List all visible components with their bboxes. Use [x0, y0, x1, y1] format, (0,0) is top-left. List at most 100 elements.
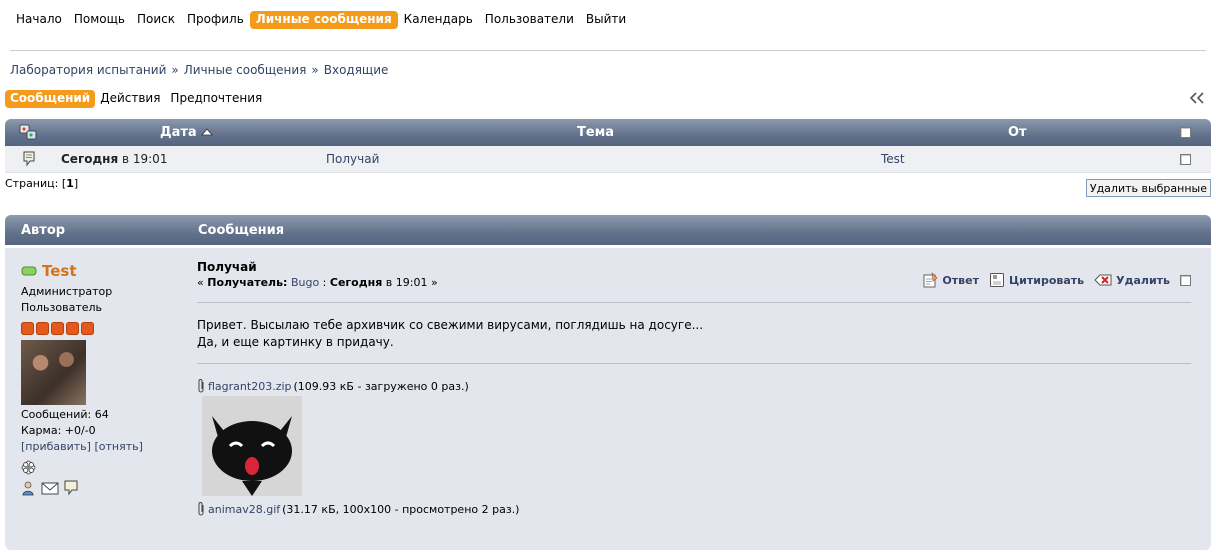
collapse-icon[interactable] — [1188, 91, 1206, 105]
email-icon[interactable] — [41, 480, 59, 496]
attachment-info: (109.93 кБ - загружено 0 раз.) — [293, 379, 469, 393]
pagination-label: Страниц: — [5, 177, 59, 190]
author-group: Пользователь — [21, 301, 103, 314]
paperclip-icon — [198, 379, 204, 393]
message-text: Привет. Высылаю тебе архивчик со свежими… — [197, 317, 1191, 351]
row-date: Сегодня в 19:01 — [61, 152, 167, 166]
flower-icon — [21, 460, 36, 475]
menu-item-personal-messages[interactable]: Личные сообщения — [249, 11, 398, 29]
reply-label: Ответ — [942, 273, 979, 287]
message-actions: Ответ Цитировать Удалить — [922, 272, 1191, 288]
star-icon — [66, 322, 79, 335]
author-posts: Сообщений: 64 — [21, 408, 109, 421]
post-body: Test Администратор Пользователь Сообщени… — [5, 248, 1211, 550]
read-status-icon — [19, 124, 37, 140]
row-checkbox[interactable] — [1180, 154, 1191, 165]
message-divider — [197, 302, 1191, 303]
message-list-table: Дата Тема От Сегодня в 19:01 Получай Tes… — [5, 119, 1211, 173]
gender-row — [21, 460, 181, 475]
star-icon — [21, 322, 34, 335]
author-karma: Карма: +0/-0 — [21, 424, 96, 437]
meta-prefix: « — [197, 276, 208, 289]
pagination-current[interactable]: 1 — [66, 177, 74, 190]
profile-icon[interactable] — [21, 480, 37, 496]
breadcrumb: Лаборатория испытаний » Личные сообщения » В… — [10, 63, 388, 77]
breadcrumb-separator: » — [311, 63, 319, 77]
post-header: Автор Сообщения — [5, 215, 1211, 245]
menu-item-members[interactable]: Пользователи — [479, 11, 580, 29]
attachments-divider — [197, 363, 1191, 364]
row-from[interactable]: Test — [881, 152, 905, 166]
message-date-time: в 19:01 » — [385, 276, 438, 289]
quote-label: Цитировать — [1008, 273, 1085, 287]
message-date-bold: Сегодня — [329, 276, 383, 289]
menu-item-home[interactable]: Начало — [10, 11, 68, 29]
reply-icon — [923, 272, 938, 288]
delete-button[interactable]: Удалить — [1094, 272, 1170, 288]
message-checkbox[interactable] — [1180, 274, 1191, 286]
header-divider — [10, 50, 1206, 51]
breadcrumb-forum[interactable]: Лаборатория испытаний — [10, 63, 166, 77]
attachment-link[interactable]: animav28.gif — [208, 503, 280, 516]
author-role: Администратор — [21, 285, 113, 298]
column-date-label: Дата — [160, 125, 197, 140]
author-stars — [21, 322, 181, 335]
avatar — [21, 340, 86, 405]
column-author: Автор — [21, 223, 66, 238]
attachment-info: (31.17 кБ, 100x100 - просмотрено 2 раз.) — [282, 502, 520, 516]
message-line: Да, и еще картинку в придачу. — [197, 335, 394, 349]
top-menu: Начало Помощь Поиск Профиль Личные сообщ… — [10, 11, 632, 29]
paperclip-icon — [198, 502, 204, 516]
reply-button[interactable]: Ответ — [922, 272, 979, 288]
breadcrumb-inbox[interactable]: Входящие — [324, 63, 389, 77]
menu-item-search[interactable]: Поиск — [131, 11, 181, 29]
row-date-bold: Сегодня — [61, 152, 119, 166]
karma-links: [прибавить] [отнять] — [21, 439, 181, 455]
table-row[interactable]: Сегодня в 19:01 Получай Test — [5, 146, 1211, 173]
pm-icon[interactable] — [63, 480, 79, 496]
attachment-item: flagrant203.zip (109.93 кБ - загружено 0… — [197, 378, 1191, 394]
pm-subtabs: Сообщений Действия Предпочтения — [5, 90, 267, 108]
quote-icon — [989, 273, 1004, 287]
karma-remove-link[interactable]: [отнять] — [94, 440, 142, 453]
delete-label: Удалить — [1116, 273, 1170, 287]
pagination: Страниц: [1] — [5, 177, 79, 190]
column-date[interactable]: Дата — [160, 125, 214, 140]
tab-actions[interactable]: Действия — [95, 90, 165, 108]
menu-item-help[interactable]: Помощь — [68, 11, 131, 29]
attachment-image[interactable] — [202, 396, 302, 496]
row-date-time: в 19:01 — [121, 152, 168, 166]
sort-up-icon — [201, 128, 214, 136]
menu-item-logout[interactable]: Выйти — [580, 11, 632, 29]
attachment-link[interactable]: flagrant203.zip — [208, 380, 292, 393]
author-name-row: Test — [21, 262, 181, 280]
column-subject[interactable]: Тема — [577, 125, 614, 140]
row-subject-link[interactable]: Получай — [326, 152, 379, 166]
author-name[interactable]: Test — [42, 262, 77, 280]
delete-icon — [1094, 274, 1112, 286]
tab-messages[interactable]: Сообщений — [5, 90, 96, 108]
table-header: Дата Тема От — [5, 119, 1211, 146]
column-from[interactable]: От — [1008, 125, 1027, 140]
column-messages: Сообщения — [198, 223, 285, 238]
quote-button[interactable]: Цитировать — [989, 272, 1084, 288]
star-icon — [81, 322, 94, 335]
breadcrumb-pm[interactable]: Личные сообщения — [184, 63, 307, 77]
tab-preferences[interactable]: Предпочтения — [165, 90, 267, 108]
delete-selected-button[interactable]: Удалить выбранные — [1085, 179, 1211, 197]
breadcrumb-separator: » — [171, 63, 179, 77]
star-icon — [36, 322, 49, 335]
recipient-link[interactable]: Bugo — [291, 276, 319, 289]
row-subject[interactable]: Получай — [326, 152, 379, 166]
select-all-checkbox[interactable] — [1180, 127, 1191, 138]
star-icon — [51, 322, 64, 335]
menu-item-profile[interactable]: Профиль — [181, 11, 250, 29]
row-from-link[interactable]: Test — [881, 152, 905, 166]
author-contact-icons — [21, 480, 181, 496]
online-status-icon — [21, 266, 37, 276]
karma-add-link[interactable]: [прибавить] — [21, 440, 91, 453]
author-panel: Test Администратор Пользователь Сообщени… — [21, 262, 181, 496]
message-read-icon — [23, 151, 35, 167]
attachment-item: animav28.gif (31.17 кБ, 100x100 - просмо… — [197, 501, 1191, 517]
menu-item-calendar[interactable]: Календарь — [398, 11, 479, 29]
